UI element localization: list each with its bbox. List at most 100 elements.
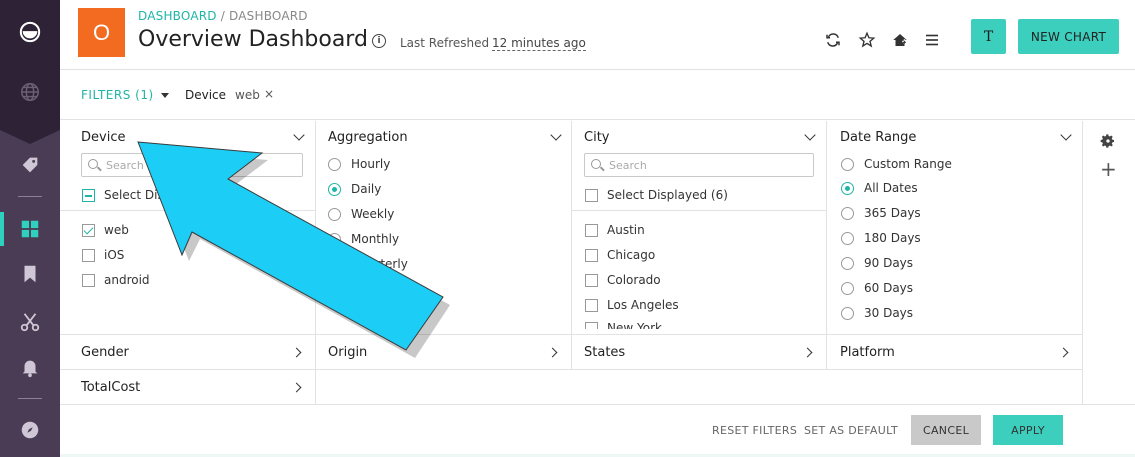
filter-chip-remove-icon[interactable]: × bbox=[264, 87, 274, 101]
radio[interactable] bbox=[841, 232, 854, 245]
option-label: web bbox=[104, 223, 129, 237]
dashboard-grid-icon[interactable] bbox=[15, 214, 45, 244]
panel-title: Date Range bbox=[840, 130, 917, 145]
checkbox[interactable] bbox=[585, 224, 598, 237]
origin-filter-collapsed[interactable]: Origin bbox=[316, 334, 572, 369]
gender-filter-collapsed[interactable]: Gender bbox=[60, 334, 316, 369]
radio[interactable] bbox=[328, 183, 341, 196]
panel-title: Aggregation bbox=[328, 130, 408, 145]
radio[interactable] bbox=[328, 258, 341, 271]
option-label: Austin bbox=[607, 223, 645, 237]
breadcrumb-root[interactable]: DASHBOARD bbox=[138, 9, 217, 23]
chevron-down-icon[interactable] bbox=[804, 129, 816, 141]
star-icon[interactable] bbox=[857, 30, 877, 50]
gear-icon[interactable] bbox=[1100, 133, 1116, 149]
caret-down-icon[interactable] bbox=[161, 93, 169, 98]
option-label: Hourly bbox=[351, 157, 391, 171]
menu-icon[interactable] bbox=[922, 30, 942, 50]
user-avatar-button[interactable]: T bbox=[971, 19, 1006, 54]
radio[interactable] bbox=[841, 307, 854, 320]
panel-title: City bbox=[584, 130, 610, 145]
home-add-icon[interactable] bbox=[890, 30, 910, 50]
checkbox[interactable] bbox=[585, 189, 598, 202]
globe-icon[interactable] bbox=[15, 77, 45, 107]
chevron-right-icon[interactable] bbox=[547, 347, 558, 358]
chevron-right-icon[interactable] bbox=[291, 347, 302, 358]
chevron-right-icon[interactable] bbox=[1058, 347, 1069, 358]
panel-divider bbox=[60, 210, 315, 211]
compass-icon[interactable] bbox=[15, 415, 45, 445]
refresh-icon[interactable] bbox=[823, 30, 843, 50]
chevron-right-icon[interactable] bbox=[291, 382, 302, 393]
bookmark-icon[interactable] bbox=[15, 259, 45, 289]
empty-filter-row bbox=[316, 369, 1083, 404]
checkbox[interactable] bbox=[585, 249, 598, 262]
platform-filter-collapsed[interactable]: Platform bbox=[827, 334, 1083, 369]
radio[interactable] bbox=[841, 158, 854, 171]
radio[interactable] bbox=[841, 182, 854, 195]
option-label: 365 Days bbox=[864, 206, 921, 220]
totalcost-filter-collapsed[interactable]: TotalCost bbox=[60, 369, 316, 404]
option-label: 90 Days bbox=[864, 256, 914, 270]
last-refreshed-time[interactable]: 12 minutes ago bbox=[492, 36, 586, 51]
set-as-default-button[interactable]: SET AS DEFAULT bbox=[804, 424, 898, 437]
panel-title: Device bbox=[81, 130, 126, 145]
states-filter-collapsed[interactable]: States bbox=[572, 334, 827, 369]
side-nav bbox=[0, 0, 60, 457]
city-filter-panel: City Search Select Displayed (6) Austin … bbox=[572, 121, 827, 334]
radio[interactable] bbox=[328, 233, 341, 246]
panel-title: States bbox=[584, 345, 626, 360]
option-label: Monthly bbox=[351, 232, 400, 246]
chevron-down-icon[interactable] bbox=[550, 129, 562, 141]
search-icon bbox=[88, 159, 98, 169]
bell-icon[interactable] bbox=[15, 352, 45, 382]
nav-divider bbox=[18, 398, 42, 399]
info-icon[interactable]: i bbox=[372, 34, 386, 48]
breadcrumb-separator: / bbox=[216, 9, 230, 23]
nav-active-indicator bbox=[0, 212, 4, 246]
new-chart-button[interactable]: NEW CHART bbox=[1018, 19, 1119, 54]
radio[interactable] bbox=[328, 208, 341, 221]
checkbox[interactable] bbox=[82, 249, 95, 262]
aggregation-filter-panel: Aggregation Hourly Daily Weekly Monthly … bbox=[316, 121, 572, 334]
cancel-button[interactable]: CANCEL bbox=[911, 415, 981, 445]
search-icon bbox=[591, 159, 601, 169]
checkbox[interactable] bbox=[585, 299, 598, 312]
select-displayed-label: Select Displayed (6) bbox=[607, 188, 728, 202]
filters-toggle[interactable]: FILTERS (1) bbox=[81, 88, 154, 102]
last-refreshed-label: Last Refreshed bbox=[400, 36, 490, 50]
checkbox[interactable] bbox=[585, 322, 598, 329]
logo-icon[interactable] bbox=[15, 17, 45, 47]
option-label: Quarterly bbox=[351, 257, 408, 271]
radio[interactable] bbox=[841, 257, 854, 270]
option-label: 60 Days bbox=[864, 281, 914, 295]
reset-filters-button[interactable]: RESET FILTERS bbox=[712, 424, 797, 437]
dashboard-badge[interactable]: O bbox=[78, 8, 125, 57]
radio[interactable] bbox=[328, 158, 341, 171]
apply-button[interactable]: APPLY bbox=[993, 415, 1063, 445]
checkbox[interactable] bbox=[82, 274, 95, 287]
chevron-right-icon[interactable] bbox=[802, 347, 813, 358]
scissors-icon[interactable] bbox=[15, 307, 45, 337]
chevron-down-icon[interactable] bbox=[1060, 129, 1072, 141]
option-label: Daily bbox=[351, 182, 382, 196]
radio[interactable] bbox=[841, 282, 854, 295]
radio[interactable] bbox=[841, 207, 854, 220]
city-search-input[interactable]: Search bbox=[584, 153, 814, 177]
add-filter-icon[interactable]: + bbox=[1100, 159, 1117, 179]
page-title: Overview Dashboard bbox=[138, 27, 368, 52]
checkbox[interactable] bbox=[82, 224, 95, 237]
option-label: android bbox=[104, 273, 150, 287]
city-select-displayed[interactable]: Select Displayed (6) bbox=[585, 188, 805, 204]
partial-checkbox[interactable] bbox=[82, 189, 95, 202]
filters-label: FILTERS bbox=[81, 88, 131, 102]
option-label: New York bbox=[607, 321, 662, 329]
filter-chip-value: web bbox=[235, 88, 260, 102]
chevron-down-icon[interactable] bbox=[293, 129, 305, 141]
tag-icon[interactable] bbox=[15, 150, 45, 180]
device-search-input[interactable]: Search bbox=[81, 153, 303, 177]
checkbox[interactable] bbox=[585, 274, 598, 287]
device-select-displayed[interactable]: Select Displayed bbox=[82, 188, 302, 204]
option-label: Custom Range bbox=[864, 157, 952, 171]
device-filter-panel: Device Search Select Displayed web iOS a… bbox=[60, 121, 316, 334]
